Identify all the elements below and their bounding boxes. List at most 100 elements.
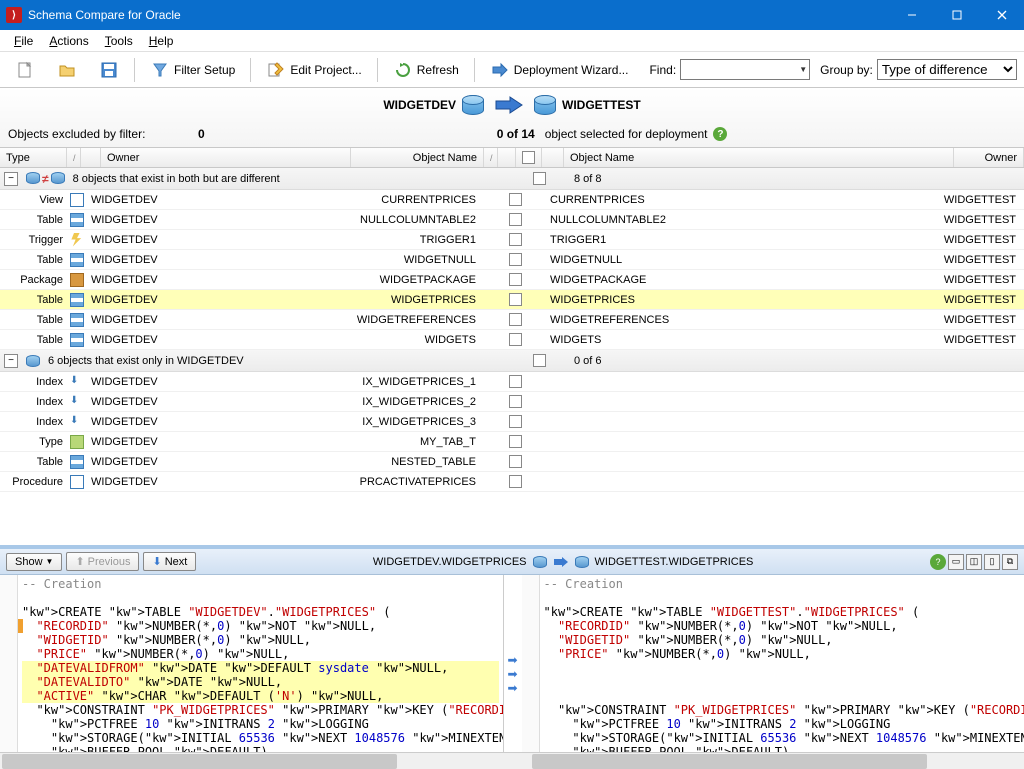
col-owner-left[interactable]: Owner xyxy=(101,148,351,167)
object-name-right: WIDGETS xyxy=(550,334,940,346)
row-checkbox[interactable] xyxy=(509,333,522,346)
row-checkbox[interactable] xyxy=(509,313,522,326)
owner-right: WIDGETTEST xyxy=(940,194,1024,206)
arrow-right-icon: ➡ xyxy=(507,667,517,681)
grid-body: −≠8 objects that exist in both but are d… xyxy=(0,168,1024,545)
object-name-left: NULLCOLUMNTABLE2 xyxy=(337,214,484,226)
object-name-left: IX_WIDGETPRICES_2 xyxy=(337,396,484,408)
object-name-left: CURRENTPRICES xyxy=(337,194,484,206)
row-checkbox[interactable] xyxy=(509,233,522,246)
maximize-button[interactable] xyxy=(934,0,979,30)
object-type: Table xyxy=(0,334,67,346)
next-button[interactable]: ⬇Next xyxy=(143,552,196,571)
object-type: Index xyxy=(0,396,67,408)
col-objname-left[interactable]: Object Name xyxy=(351,148,484,167)
group-row[interactable]: −6 objects that exist only in WIDGETDEV0… xyxy=(0,350,1024,372)
object-type: Table xyxy=(0,294,67,306)
selected-text: object selected for deployment xyxy=(545,127,708,141)
col-checkbox[interactable] xyxy=(516,148,542,167)
compare-header: WIDGETDEV WIDGETTEST Objects excluded by… xyxy=(0,88,1024,148)
row-checkbox[interactable] xyxy=(509,475,522,488)
owner-left: WIDGETDEV xyxy=(87,234,337,246)
object-name-right: TRIGGER1 xyxy=(550,234,940,246)
row-checkbox[interactable] xyxy=(509,213,522,226)
object-type: Procedure xyxy=(0,476,67,488)
table-row[interactable]: IndexWIDGETDEVIX_WIDGETPRICES_1 xyxy=(0,372,1024,392)
row-checkbox[interactable] xyxy=(509,253,522,266)
help-icon[interactable]: ? xyxy=(930,554,946,570)
show-button[interactable]: Show ▼ xyxy=(6,553,62,571)
minimize-button[interactable] xyxy=(889,0,934,30)
row-checkbox[interactable] xyxy=(509,415,522,428)
group-row[interactable]: −≠8 objects that exist in both but are d… xyxy=(0,168,1024,190)
menu-help[interactable]: Help xyxy=(141,32,182,50)
refresh-button[interactable]: Refresh xyxy=(384,55,468,85)
open-button[interactable] xyxy=(48,55,86,85)
new-button[interactable] xyxy=(6,55,44,85)
col-objname-right[interactable]: Object Name xyxy=(564,148,954,167)
database-icon xyxy=(26,355,40,367)
table-row[interactable]: TableWIDGETDEVWIDGETSWIDGETSWIDGETTEST xyxy=(0,330,1024,350)
table-row[interactable]: IndexWIDGETDEVIX_WIDGETPRICES_3 xyxy=(0,412,1024,432)
menu-actions[interactable]: Actions xyxy=(41,32,96,50)
menu-tools[interactable]: Tools xyxy=(97,32,141,50)
table-row[interactable]: Index WIDGETDEVIX_WIDGETPRICES_2 xyxy=(0,392,1024,412)
col-type[interactable]: Type xyxy=(0,148,67,167)
close-button[interactable] xyxy=(979,0,1024,30)
app-icon: ⟩ xyxy=(6,7,22,23)
selected-count: 0 of 14 xyxy=(497,127,535,141)
row-checkbox[interactable] xyxy=(509,293,522,306)
row-checkbox[interactable] xyxy=(509,435,522,448)
owner-right: WIDGETTEST xyxy=(940,314,1024,326)
filter-setup-button[interactable]: Filter Setup xyxy=(141,55,244,85)
group-count: 8 of 8 xyxy=(552,173,964,185)
table-row[interactable]: ProcedureWIDGETDEVPRCACTIVATEPRICES xyxy=(0,472,1024,492)
pane-button-3[interactable]: ▯ xyxy=(984,554,1000,570)
row-checkbox[interactable] xyxy=(509,375,522,388)
left-code-pane[interactable]: -- Creation "kw">CREATE "kw">TABLE "WIDG… xyxy=(18,575,504,752)
owner-right: WIDGETTEST xyxy=(940,254,1024,266)
object-type: Index xyxy=(0,376,67,388)
menu-file[interactable]: File xyxy=(6,32,41,50)
col-owner-right[interactable]: Owner xyxy=(954,148,1024,167)
object-name-left: IX_WIDGETPRICES_3 xyxy=(337,416,484,428)
table-row[interactable]: TableWIDGETDEVWIDGETREFERENCESWIDGETREFE… xyxy=(0,310,1024,330)
excluded-count: 0 xyxy=(198,127,205,141)
table-row[interactable]: TypeWIDGETDEVMY_TAB_T xyxy=(0,432,1024,452)
maximize-pane-button[interactable]: ⧉ xyxy=(1002,554,1018,570)
table-row[interactable]: PackageWIDGETDEVWIDGETPACKAGEWIDGETPACKA… xyxy=(0,270,1024,290)
table-row[interactable]: TableWIDGETDEVNESTED_TABLE xyxy=(0,452,1024,472)
left-scrollbar[interactable] xyxy=(0,752,494,769)
deploy-wizard-button[interactable]: Deployment Wizard... xyxy=(481,55,638,85)
row-checkbox[interactable] xyxy=(509,455,522,468)
previous-button[interactable]: ⬆Previous xyxy=(66,552,139,571)
groupby-select[interactable]: Type of difference xyxy=(877,59,1017,80)
owner-left: WIDGETDEV xyxy=(87,194,337,206)
table-row[interactable]: TableWIDGETDEVWIDGETNULLWIDGETNULLWIDGET… xyxy=(0,250,1024,270)
collapse-icon[interactable]: − xyxy=(4,172,18,186)
group-label: 6 objects that exist only in WIDGETDEV xyxy=(44,355,526,367)
help-icon[interactable]: ? xyxy=(713,127,727,141)
right-scrollbar[interactable] xyxy=(530,752,1024,769)
row-checkbox[interactable] xyxy=(509,193,522,206)
row-checkbox[interactable] xyxy=(509,395,522,408)
right-code-pane[interactable]: -- Creation "kw">CREATE "kw">TABLE "WIDG… xyxy=(540,575,1024,752)
pane-button-1[interactable]: ▭ xyxy=(948,554,964,570)
object-name-left: WIDGETPACKAGE xyxy=(337,274,484,286)
group-checkbox[interactable] xyxy=(533,172,546,185)
object-type: Table xyxy=(0,456,67,468)
filter-setup-label: Filter Setup xyxy=(174,63,235,77)
group-checkbox[interactable] xyxy=(533,354,546,367)
table-row[interactable]: TriggerWIDGETDEVTRIGGER1TRIGGER1WIDGETTE… xyxy=(0,230,1024,250)
find-input[interactable] xyxy=(680,59,810,80)
object-name-left: WIDGETREFERENCES xyxy=(337,314,484,326)
row-checkbox[interactable] xyxy=(509,273,522,286)
table-row[interactable]: TableWIDGETDEVWIDGETPRICESWIDGETPRICESWI… xyxy=(0,290,1024,310)
pane-button-2[interactable]: ◫ xyxy=(966,554,982,570)
table-row[interactable]: TableWIDGETDEVNULLCOLUMNTABLE2NULLCOLUMN… xyxy=(0,210,1024,230)
owner-left: WIDGETDEV xyxy=(87,396,337,408)
edit-project-button[interactable]: Edit Project... xyxy=(257,55,370,85)
collapse-icon[interactable]: − xyxy=(4,354,18,368)
save-button[interactable] xyxy=(90,55,128,85)
table-row[interactable]: ViewWIDGETDEVCURRENTPRICESCURRENTPRICESW… xyxy=(0,190,1024,210)
